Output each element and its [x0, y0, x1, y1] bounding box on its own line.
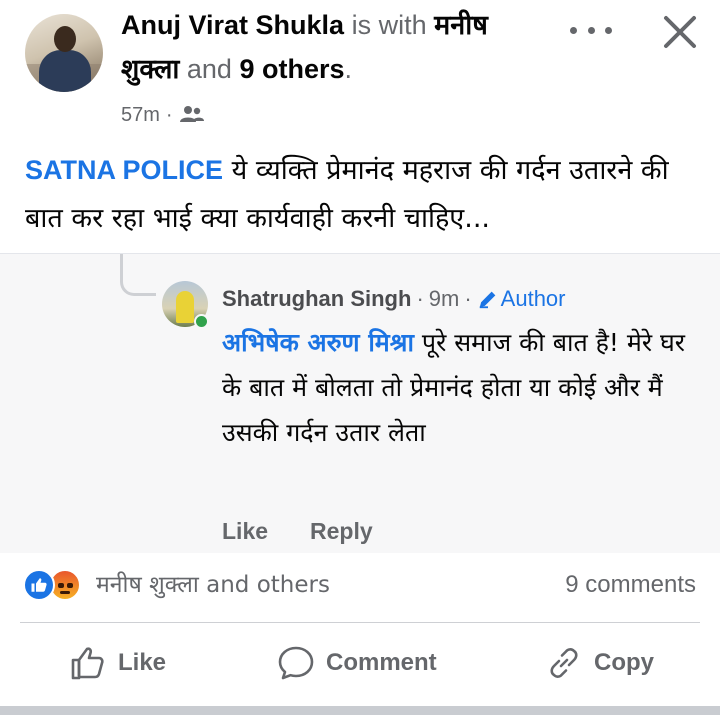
author-avatar[interactable] [25, 14, 103, 92]
tagged-person-rest[interactable]: शुक्ला [121, 54, 179, 84]
others-link[interactable]: 9 others [239, 54, 344, 84]
meta-separator: · [165, 103, 173, 126]
thread-line [120, 254, 156, 296]
thumbs-up-icon [71, 647, 104, 680]
comment-reply-button[interactable]: Reply [310, 518, 373, 548]
meta-separator: · [464, 286, 472, 311]
post-meta: 57m · [121, 101, 205, 129]
tagged-page-link[interactable]: SATNA POLICE [25, 155, 223, 185]
avatar-figure-body [39, 50, 91, 92]
copy-button[interactable]: Copy [544, 640, 654, 686]
post-body: SATNA POLICE ये व्यक्ति प्रेमानंद महराज … [25, 146, 705, 243]
meta-separator: · [416, 286, 424, 311]
comment-button-label: Comment [326, 649, 437, 676]
post-header-line-1: Anuj Virat Shukla is with मनीष [121, 8, 488, 42]
author-name-link[interactable]: Anuj Virat Shukla [121, 10, 344, 40]
author-badge: Author [477, 286, 566, 312]
divider [20, 622, 700, 623]
link-icon [550, 648, 578, 678]
friends-icon[interactable] [179, 104, 205, 126]
with-text: is with [351, 10, 427, 40]
comment-meta: Shatrughan Singh · 9m · Author [222, 285, 566, 313]
and-text: and [186, 54, 232, 84]
avatar-figure-head [54, 26, 76, 52]
header-period: . [344, 54, 353, 84]
post-header-line-2: शुक्ला and 9 others. [121, 52, 352, 86]
like-button[interactable]: Like [68, 640, 166, 686]
reaction-names[interactable]: मनीष शुक्ला and others [96, 569, 330, 601]
pencil-icon [479, 291, 496, 309]
comment-time[interactable]: 9m [429, 286, 460, 312]
post-timestamp[interactable]: 57m [121, 104, 160, 127]
reaction-icons[interactable] [23, 569, 93, 601]
like-button-label: Like [118, 649, 167, 676]
mention-link[interactable]: अभिषेक अरुण मिश्रा [222, 328, 414, 357]
reactions-row: मनीष शुक्ला and others 9 comments [0, 553, 720, 619]
comment-body: अभिषेक अरुण मिश्रा पूरे समाज की बात है! … [222, 320, 692, 455]
comment-like-button[interactable]: Like [222, 518, 268, 548]
comments-count[interactable]: 9 comments [565, 569, 696, 601]
close-icon[interactable] [660, 12, 700, 52]
commenter-name[interactable]: Shatrughan Singh [222, 286, 411, 312]
tagged-person-first[interactable]: मनीष [434, 10, 488, 40]
comment-bubble-icon [278, 646, 314, 680]
copy-button-label: Copy [594, 649, 654, 676]
like-reaction-icon [23, 569, 55, 601]
comment-actions: Like Reply [222, 518, 373, 548]
comment-button[interactable]: Comment [276, 640, 437, 686]
author-badge-label: Author [500, 286, 566, 311]
online-status-dot [194, 314, 209, 329]
bottom-separator [0, 706, 720, 715]
more-options-icon[interactable] [570, 18, 612, 42]
